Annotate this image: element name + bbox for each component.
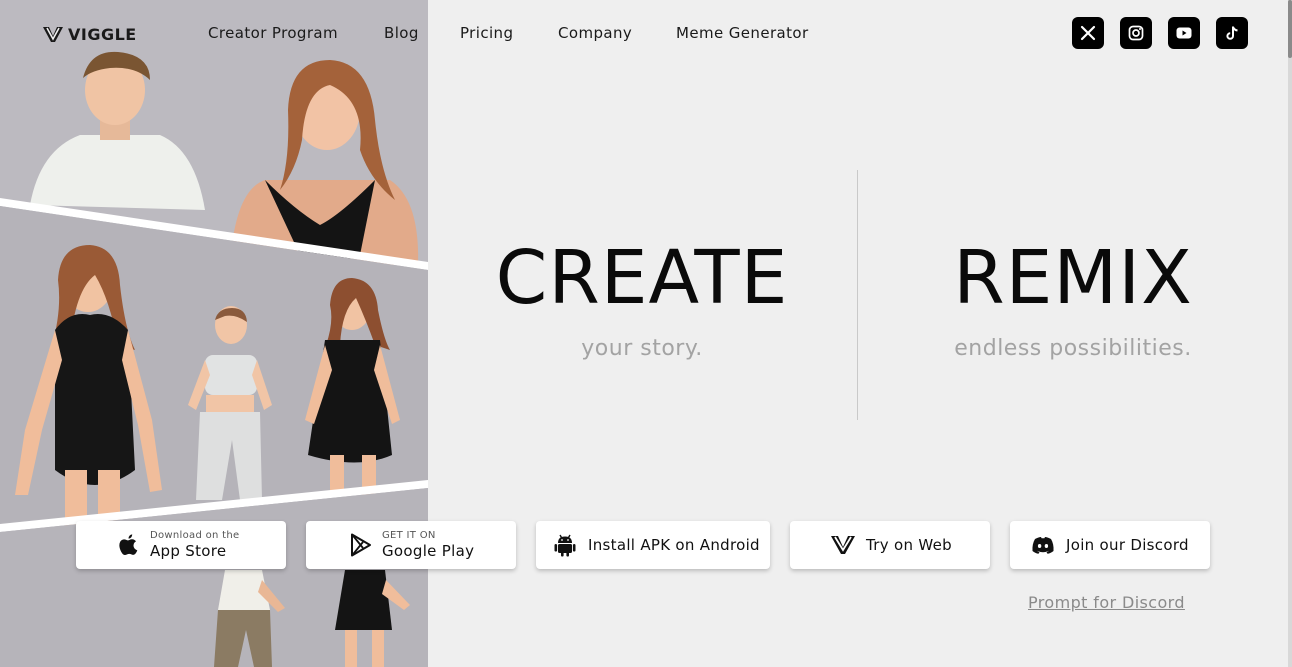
hero-remix-subtitle: endless possibilities. [954, 336, 1192, 361]
app-store-label: App Store [150, 542, 227, 560]
google-play-small-label: GET IT ON [382, 530, 436, 541]
google-play-label: Google Play [382, 542, 475, 560]
android-icon [554, 534, 576, 557]
nav-item-meme-generator[interactable]: Meme Generator [676, 24, 809, 42]
viggle-logo[interactable]: VIGGLE [42, 24, 137, 44]
app-store-button[interactable]: Download on the App Store [76, 521, 286, 569]
try-on-web-button[interactable]: Try on Web [790, 521, 990, 569]
hero-create-title: CREATE [495, 235, 789, 321]
nav-item-blog[interactable]: Blog [384, 24, 419, 42]
brand-name: VIGGLE [68, 24, 137, 44]
viggle-v-icon [43, 27, 63, 42]
app-store-small-label: Download on the [150, 530, 240, 541]
page-scrollbar-thumb[interactable] [1288, 0, 1292, 58]
install-apk-button[interactable]: Install APK on Android [536, 521, 770, 569]
install-apk-label: Install APK on Android [588, 536, 760, 554]
discord-icon [1032, 537, 1054, 554]
hero-create: CREATE your story. [482, 234, 802, 361]
x-link[interactable] [1072, 17, 1104, 49]
try-on-web-label: Try on Web [866, 536, 952, 554]
hero-divider [857, 170, 858, 420]
hero-create-subtitle: your story. [581, 336, 703, 361]
instagram-link[interactable] [1120, 17, 1152, 49]
youtube-link[interactable] [1168, 17, 1200, 49]
social-links [1072, 17, 1248, 49]
page-scrollbar-track[interactable] [1288, 0, 1292, 667]
x-icon [1080, 25, 1096, 41]
join-discord-label: Join our Discord [1066, 536, 1189, 554]
tiktok-icon [1226, 26, 1238, 40]
google-play-icon [351, 533, 371, 557]
nav-item-company[interactable]: Company [558, 24, 632, 42]
google-play-button[interactable]: GET IT ON Google Play [306, 521, 516, 569]
instagram-icon [1128, 25, 1144, 41]
nav-item-creator-program[interactable]: Creator Program [208, 24, 338, 42]
join-discord-button[interactable]: Join our Discord [1010, 521, 1210, 569]
prompt-for-discord-link[interactable]: Prompt for Discord [1028, 593, 1185, 612]
tiktok-link[interactable] [1216, 17, 1248, 49]
nav-item-pricing[interactable]: Pricing [460, 24, 513, 42]
viggle-v-icon [831, 536, 855, 554]
youtube-icon [1176, 27, 1192, 39]
hero-remix-title: REMIX [953, 235, 1193, 321]
apple-icon [119, 534, 138, 556]
hero-remix: REMIX endless possibilities. [918, 234, 1228, 361]
